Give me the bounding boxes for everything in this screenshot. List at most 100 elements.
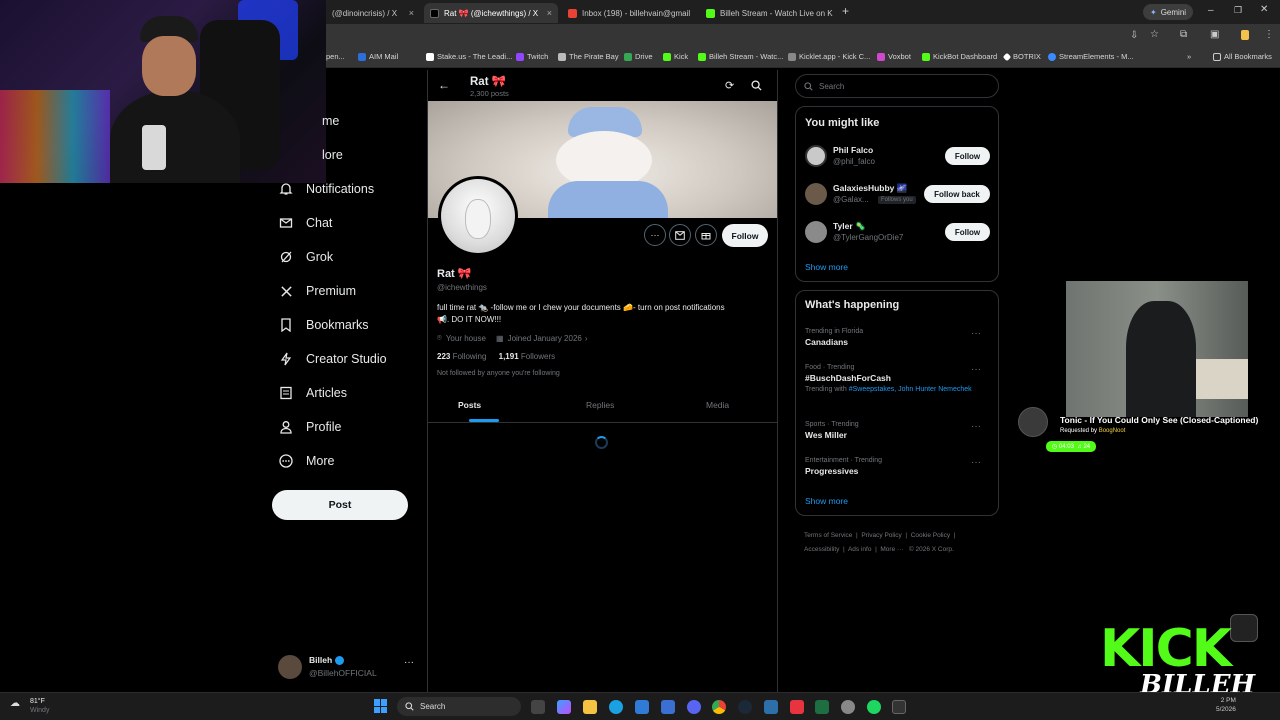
minimize-button[interactable]: – <box>1208 5 1214 16</box>
more-icon[interactable]: ··· <box>971 457 981 468</box>
tab-posts[interactable]: Posts <box>458 400 481 410</box>
task-view-icon[interactable] <box>531 700 545 714</box>
tab-media[interactable]: Media <box>706 400 729 410</box>
bookmark-1[interactable]: Stake.us - The Leadi... <box>426 52 512 61</box>
browser-tab-1[interactable]: Rat 🎀 (@ichewthings) / X × <box>424 3 558 23</box>
steam-icon[interactable] <box>738 700 752 714</box>
bookmark-2[interactable]: Twitch <box>516 52 548 61</box>
nav-chat[interactable]: Chat <box>278 215 332 231</box>
footer-link[interactable]: Privacy Policy <box>861 532 901 539</box>
search-input[interactable]: Search <box>795 74 999 98</box>
subscribe-button[interactable] <box>695 224 717 246</box>
follow-button[interactable]: Follow <box>945 147 990 165</box>
tab-replies[interactable]: Replies <box>586 400 614 410</box>
install-icon[interactable]: ⇩ <box>1130 30 1138 41</box>
nav-explore[interactable]: lore <box>322 148 343 162</box>
nav-premium[interactable]: Premium <box>278 283 356 299</box>
maximize-button[interactable]: ❐ <box>1234 5 1242 16</box>
weather-widget[interactable]: 81°F Windy <box>30 697 49 715</box>
bookmark-0[interactable]: AIM Mail <box>358 52 398 61</box>
settings-icon[interactable] <box>841 700 855 714</box>
suggestion-row[interactable]: GalaxiesHubby 🌌 @Galax... Follows you Fo… <box>805 182 991 208</box>
show-more-link[interactable]: Show more <box>805 262 848 272</box>
copilot-icon[interactable] <box>557 700 571 714</box>
more-icon[interactable]: ··· <box>404 657 414 668</box>
profile-icon[interactable] <box>1241 30 1249 40</box>
account-switcher[interactable]: Billeh @BillehOFFICIAL ··· <box>278 654 420 682</box>
obs-icon[interactable] <box>892 700 906 714</box>
close-icon[interactable]: × <box>541 8 552 18</box>
bookmark-4[interactable]: Drive <box>624 52 653 61</box>
clock[interactable]: 2 PM 5/2026 <box>1216 696 1236 714</box>
store-icon[interactable] <box>635 700 649 714</box>
bookmark-partial[interactable]: pen... <box>326 52 345 61</box>
follow-button[interactable]: Follow <box>722 224 768 247</box>
following-link[interactable]: 223 Following <box>437 352 486 361</box>
nav-articles[interactable]: Articles <box>278 385 347 401</box>
gemini-button[interactable]: ✦ Gemini <box>1143 4 1194 20</box>
browser-tab-2[interactable]: Inbox (198) - billehvain@gmail× <box>562 3 696 23</box>
footer-link[interactable]: Ads info <box>848 546 872 553</box>
chrome-icon[interactable] <box>712 700 726 714</box>
suggestion-row[interactable]: Tyler 🦠 @TylerGangOrDie7 Follow <box>805 220 991 246</box>
spotify-icon[interactable] <box>867 700 881 714</box>
post-button[interactable]: Post <box>272 490 408 520</box>
trend-item[interactable]: Sports · Trending Wes Miller ··· <box>805 421 991 440</box>
refresh-icon[interactable]: ⟳ <box>725 79 734 92</box>
excel-icon[interactable] <box>815 700 829 714</box>
menu-icon[interactable]: ⋮ <box>1264 29 1274 40</box>
new-tab-button[interactable]: + <box>842 4 849 18</box>
footer-link[interactable]: More ··· <box>880 546 903 553</box>
app-icon[interactable] <box>790 700 804 714</box>
follow-back-button[interactable]: Follow back <box>924 185 990 203</box>
side-panel-icon[interactable]: ▣ <box>1210 29 1219 40</box>
nav-home[interactable]: me <box>322 114 339 128</box>
trend-item[interactable]: Food · Trending #BuschDashForCash Trendi… <box>805 364 991 394</box>
bookmark-3[interactable]: The Pirate Bay <box>558 52 619 61</box>
close-window-button[interactable]: ✕ <box>1260 4 1268 15</box>
all-bookmarks[interactable]: All Bookmarks <box>1213 52 1272 61</box>
start-button[interactable] <box>374 699 388 713</box>
bookmark-6[interactable]: Billeh Stream - Watc... <box>698 52 783 61</box>
edge-icon[interactable] <box>609 700 623 714</box>
bookmarks-overflow-icon[interactable]: » <box>1187 52 1191 61</box>
browser-tab-3[interactable]: Billeh Stream - Watch Live on K× <box>700 3 834 23</box>
browser-tab-0[interactable]: (@dinoincrisis) / X × <box>326 3 420 23</box>
bookmark-8[interactable]: Voxbot <box>877 52 911 61</box>
extensions-icon[interactable]: ⧉ <box>1180 29 1187 40</box>
close-icon[interactable]: × <box>403 8 414 18</box>
bookmark-5[interactable]: Kick <box>663 52 688 61</box>
app-icon[interactable] <box>764 700 778 714</box>
nav-creator-studio[interactable]: Creator Studio <box>278 351 387 367</box>
more-icon[interactable]: ··· <box>971 364 981 375</box>
bookmark-11[interactable]: StreamElements - M... <box>1048 52 1134 61</box>
close-icon[interactable]: × <box>690 8 696 18</box>
footer-link[interactable]: Cookie Policy <box>911 532 950 539</box>
bookmark-9[interactable]: KickBot Dashboard <box>922 52 997 61</box>
follow-button[interactable]: Follow <box>945 223 990 241</box>
outlook-icon[interactable] <box>661 700 675 714</box>
file-explorer-icon[interactable] <box>583 700 597 714</box>
nav-notifications[interactable]: Notifications <box>278 181 374 197</box>
trend-item[interactable]: Trending in Florida Canadians ··· <box>805 328 991 347</box>
footer-link[interactable]: Terms of Service <box>804 532 852 539</box>
bookmark-10[interactable]: BOTRIX <box>1002 52 1041 61</box>
message-button[interactable] <box>669 224 691 246</box>
nav-profile[interactable]: Profile <box>278 419 341 435</box>
discord-icon[interactable] <box>687 700 701 714</box>
followers-link[interactable]: 1,191 Followers <box>499 352 556 361</box>
footer-link[interactable]: Accessibility <box>804 546 839 553</box>
bookmark-7[interactable]: Kicklet.app - Kick C... <box>788 52 870 61</box>
nav-grok[interactable]: Grok <box>278 249 333 265</box>
more-actions-button[interactable]: ··· <box>644 224 666 246</box>
more-icon[interactable]: ··· <box>971 421 981 432</box>
search-icon[interactable] <box>751 78 762 96</box>
back-arrow-icon[interactable]: ← <box>438 78 450 92</box>
close-icon[interactable]: × <box>833 8 834 18</box>
trend-item[interactable]: Entertainment · Trending Progressives ··… <box>805 457 991 476</box>
nav-bookmarks[interactable]: Bookmarks <box>278 317 369 333</box>
suggestion-row[interactable]: Phil Falco @phil_falco Follow <box>805 144 991 170</box>
star-icon[interactable]: ☆ <box>1150 29 1159 40</box>
more-icon[interactable]: ··· <box>971 328 981 339</box>
profile-avatar[interactable] <box>438 176 518 256</box>
